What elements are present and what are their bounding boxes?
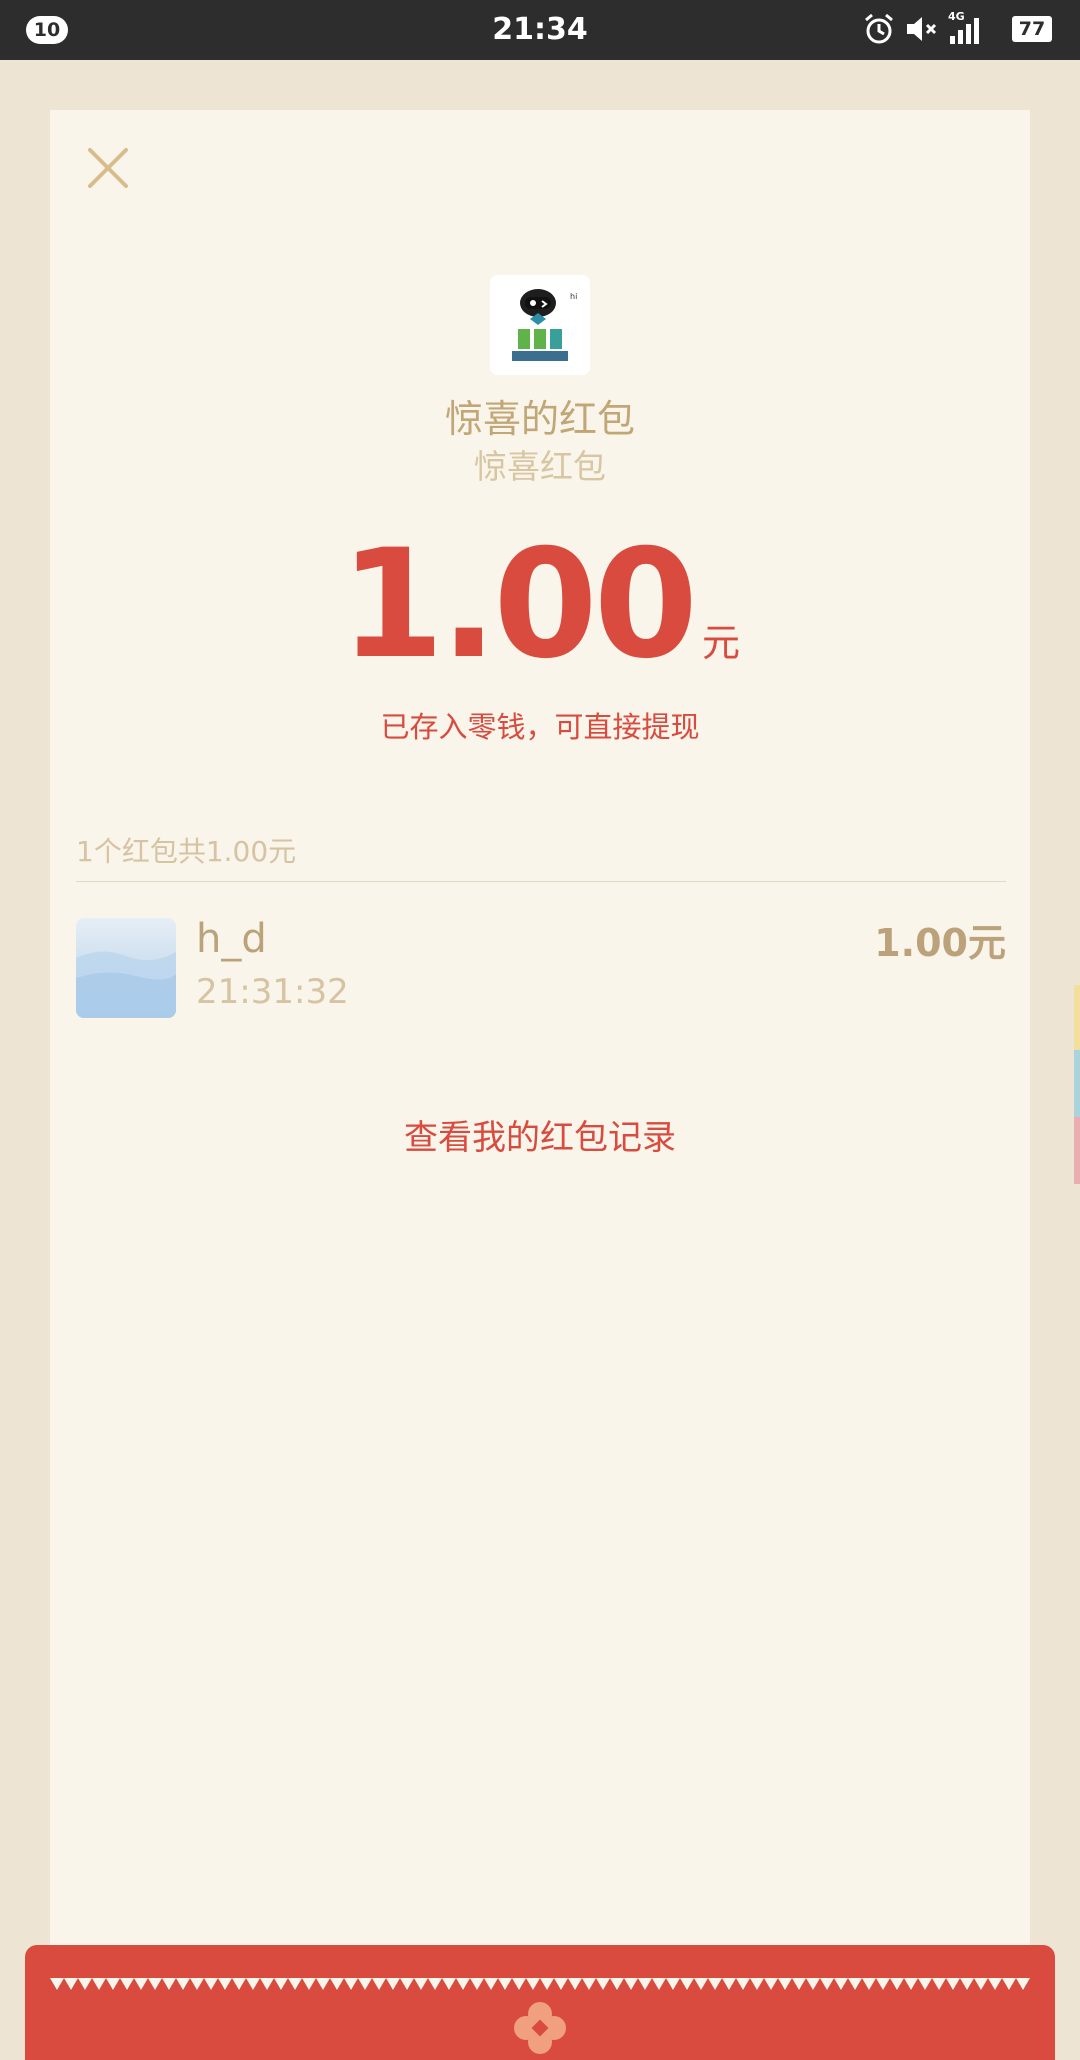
receive-time: 21:31:32 <box>196 972 349 1012</box>
water-image-icon <box>76 951 176 1018</box>
alarm-icon <box>865 13 893 44</box>
received-amount: 1.00元 <box>874 921 1006 965</box>
svg-text:hi: hi <box>570 292 577 301</box>
receiver-row[interactable]: h_d 21:31:32 1.00元 <box>76 906 1006 1018</box>
sender-avatar: hi <box>490 275 590 375</box>
floating-accent-yellow <box>1074 985 1080 1050</box>
floating-accent-pink <box>1074 1117 1080 1184</box>
red-packet-detail-sheet: hi 惊喜的红包 惊喜红包 1.00 元 已存入零钱，可直接提现 1个红包共1.0… <box>50 110 1030 1980</box>
floating-accent-blue <box>1074 1050 1080 1117</box>
packet-summary: 1个红包共1.00元 <box>76 835 297 868</box>
close-icon[interactable] <box>86 146 130 190</box>
receiver-avatar <box>76 918 176 1018</box>
signal-icon <box>950 18 979 44</box>
robot-logo-icon: hi <box>490 275 590 375</box>
status-bar: 10 21:34 4G 77 <box>0 0 1080 60</box>
view-my-red-packet-history-link[interactable]: 查看我的红包记录 <box>50 1110 1030 1159</box>
mute-icon <box>907 17 937 41</box>
status-icons: 4G 77 <box>862 10 1052 48</box>
battery-indicator: 77 <box>1012 16 1052 42</box>
amount-unit: 元 <box>702 621 741 665</box>
sender-name: 惊喜的红包 <box>444 397 635 441</box>
amount-display: 1.00 元 <box>50 530 1030 680</box>
divider <box>76 881 1006 882</box>
flower-emblem-icon <box>514 2002 566 2054</box>
amount-value: 1.00 <box>339 518 698 692</box>
zigzag-edge <box>50 1978 1030 1990</box>
deposit-note[interactable]: 已存入零钱，可直接提现 <box>50 704 1030 746</box>
greeting-message: 惊喜红包 <box>474 447 606 486</box>
receiver-name: h_d <box>196 916 267 962</box>
